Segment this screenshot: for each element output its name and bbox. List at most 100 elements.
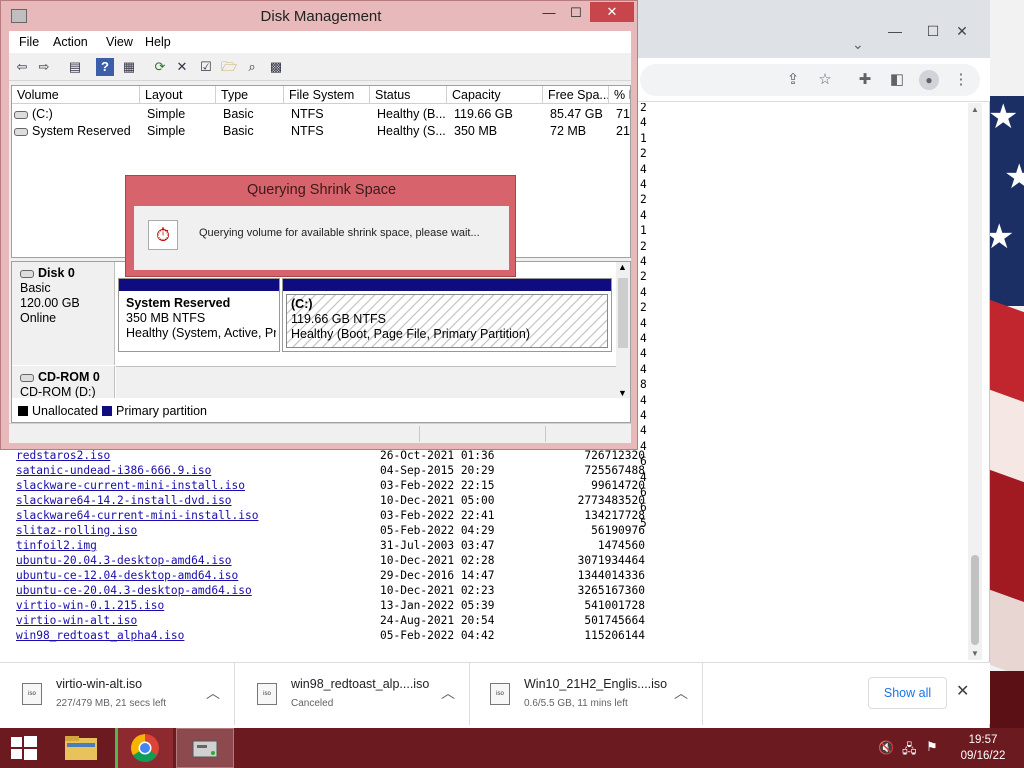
- chevron-up-icon[interactable]: ︿: [441, 683, 455, 703]
- menu-action[interactable]: Action: [53, 35, 88, 49]
- menu-file[interactable]: File: [19, 35, 39, 49]
- maximize-button[interactable]: ☐: [564, 3, 588, 23]
- dialog-message: Querying volume for available shrink spa…: [199, 227, 480, 239]
- file-size: 3265167360: [577, 584, 645, 597]
- column-volume[interactable]: Volume: [12, 86, 140, 104]
- download-item[interactable]: iso win98_redtoast_alp....iso Canceled ︿: [235, 663, 470, 725]
- file-link[interactable]: ubuntu-20.04.3-desktop-amd64.iso: [16, 553, 232, 568]
- download-item[interactable]: iso Win10_21H2_Englis....iso 0.6/5.5 GB,…: [468, 663, 703, 725]
- refresh-icon[interactable]: ⟳: [151, 58, 169, 76]
- chevron-up-icon[interactable]: ︿: [674, 683, 688, 703]
- action-center-flag-icon[interactable]: ⚑: [926, 739, 938, 755]
- legend-primary: Primary partition: [102, 404, 207, 418]
- back-icon[interactable]: ⇦: [13, 58, 31, 76]
- show-all-button[interactable]: Show all: [868, 677, 947, 709]
- partition-system-reserved[interactable]: System Reserved 350 MB NTFS Healthy (Sys…: [118, 278, 280, 352]
- page-scrollbar[interactable]: ▲ ▼: [968, 103, 982, 660]
- forward-icon[interactable]: ⇨: [35, 58, 53, 76]
- console-tree-icon[interactable]: ▤: [66, 58, 84, 76]
- file-link[interactable]: win98_redtoast_alpha4.iso: [16, 628, 184, 643]
- menu-help[interactable]: Help: [145, 35, 171, 49]
- file-link[interactable]: slackware-current-mini-install.iso: [16, 478, 245, 493]
- disk-management-taskbar-button[interactable]: [176, 728, 234, 768]
- cell-capacity: 350 MB: [454, 124, 498, 138]
- network-icon[interactable]: 🖧: [902, 740, 917, 762]
- file-date: 13-Jan-2022 05:39: [380, 599, 495, 612]
- file-date: 10-Dec-2021 02:23: [380, 584, 495, 597]
- download-name: win98_redtoast_alp....iso: [291, 677, 430, 691]
- open-folder-icon[interactable]: 🗁: [220, 58, 238, 76]
- column-capacity[interactable]: Capacity: [447, 86, 543, 104]
- tab-search-icon[interactable]: ⌄: [852, 36, 864, 53]
- bookmark-star-icon[interactable]: ☆: [813, 68, 837, 92]
- file-link[interactable]: slitaz-rolling.iso: [16, 523, 137, 538]
- properties-icon[interactable]: ▦: [120, 58, 138, 76]
- download-name: virtio-win-alt.iso: [56, 677, 143, 691]
- delete-icon[interactable]: ✕: [173, 58, 191, 76]
- settings-icon[interactable]: ▩: [267, 58, 285, 76]
- column-percent-free[interactable]: % F: [609, 86, 630, 104]
- share-icon[interactable]: ⇪: [781, 68, 805, 92]
- close-icon[interactable]: ✕: [956, 681, 969, 701]
- file-explorer-button[interactable]: [57, 728, 105, 768]
- file-size: 725567488: [584, 464, 645, 477]
- file-size: 726712320: [584, 449, 645, 462]
- file-link[interactable]: tinfoil2.img: [16, 538, 97, 553]
- scrollbar-thumb[interactable]: [971, 555, 979, 645]
- cdrom-area: [116, 366, 616, 398]
- column-type[interactable]: Type: [216, 86, 284, 104]
- clock[interactable]: 19:57 09/16/22: [948, 732, 1018, 764]
- cdrom-name: CD-ROM 0: [38, 370, 100, 384]
- check-icon[interactable]: ☑: [197, 58, 215, 76]
- cdrom0-label[interactable]: CD-ROM 0 CD-ROM (D:): [12, 366, 115, 399]
- partial-column-text: 4: [640, 424, 647, 438]
- disk-size: 120.00 GB: [20, 296, 80, 310]
- chevron-up-icon[interactable]: ︿: [206, 683, 220, 703]
- download-item[interactable]: iso virtio-win-alt.iso 227/479 MB, 21 se…: [0, 663, 235, 725]
- file-link[interactable]: virtio-win-alt.iso: [16, 613, 137, 628]
- minimize-button[interactable]: —: [875, 20, 915, 42]
- file-link[interactable]: redstaros2.iso: [16, 448, 110, 463]
- side-panel-icon[interactable]: ◧: [885, 68, 909, 92]
- volume-muted-icon[interactable]: 🔇: [878, 740, 894, 756]
- file-date: 29-Dec-2016 14:47: [380, 569, 495, 582]
- scrollbar-thumb[interactable]: [618, 278, 628, 348]
- extensions-icon[interactable]: ✚: [853, 68, 877, 92]
- partial-column-text: 4: [640, 393, 647, 407]
- help-icon[interactable]: ?: [96, 58, 114, 76]
- column-file-system[interactable]: File System: [284, 86, 370, 104]
- close-button[interactable]: ✕: [942, 20, 982, 42]
- download-status: 227/479 MB, 21 secs left: [56, 698, 167, 709]
- legend-label: Unallocated: [32, 404, 99, 418]
- partition-c[interactable]: (C:) 119.66 GB NTFS Healthy (Boot, Page …: [282, 278, 612, 352]
- partition-size: 350 MB NTFS: [126, 311, 206, 325]
- file-link[interactable]: ubuntu-ce-12.04-desktop-amd64.iso: [16, 568, 238, 583]
- profile-icon[interactable]: ●: [917, 68, 941, 92]
- disk0-label[interactable]: Disk 0 Basic 120.00 GB Online: [12, 262, 115, 365]
- start-button[interactable]: [0, 728, 48, 768]
- menu-icon[interactable]: ⋮: [949, 68, 973, 92]
- partial-column-text: 4: [640, 285, 647, 299]
- minimize-button[interactable]: —: [537, 3, 561, 23]
- menu-view[interactable]: View: [106, 35, 133, 49]
- title-bar[interactable]: Disk Management — ☐ ✕: [1, 1, 637, 31]
- partial-column-text: 2: [640, 239, 647, 253]
- file-link[interactable]: virtio-win-0.1.215.iso: [16, 598, 164, 613]
- file-link[interactable]: slackware64-current-mini-install.iso: [16, 508, 258, 523]
- partial-column-text: 1: [640, 224, 647, 238]
- partial-column-text: 4: [640, 362, 647, 376]
- file-link[interactable]: slackware64-14.2-install-dvd.iso: [16, 493, 232, 508]
- partial-column-text: 2: [640, 193, 647, 207]
- column-status[interactable]: Status: [370, 86, 447, 104]
- download-status: 0.6/5.5 GB, 11 mins left: [524, 698, 628, 709]
- close-button[interactable]: ✕: [590, 2, 634, 22]
- search-icon[interactable]: ⌕: [243, 58, 261, 76]
- column-layout[interactable]: Layout: [140, 86, 216, 104]
- file-link[interactable]: satanic-undead-i386-666.9.iso: [16, 463, 211, 478]
- column-free-space[interactable]: Free Spa...: [543, 86, 609, 104]
- file-size: 3071934464: [577, 554, 645, 567]
- chrome-taskbar-button[interactable]: [115, 728, 173, 768]
- vertical-scrollbar[interactable]: ▲ ▼: [616, 262, 630, 398]
- file-link[interactable]: ubuntu-ce-20.04.3-desktop-amd64.iso: [16, 583, 252, 598]
- partial-column-text: 8: [640, 378, 647, 392]
